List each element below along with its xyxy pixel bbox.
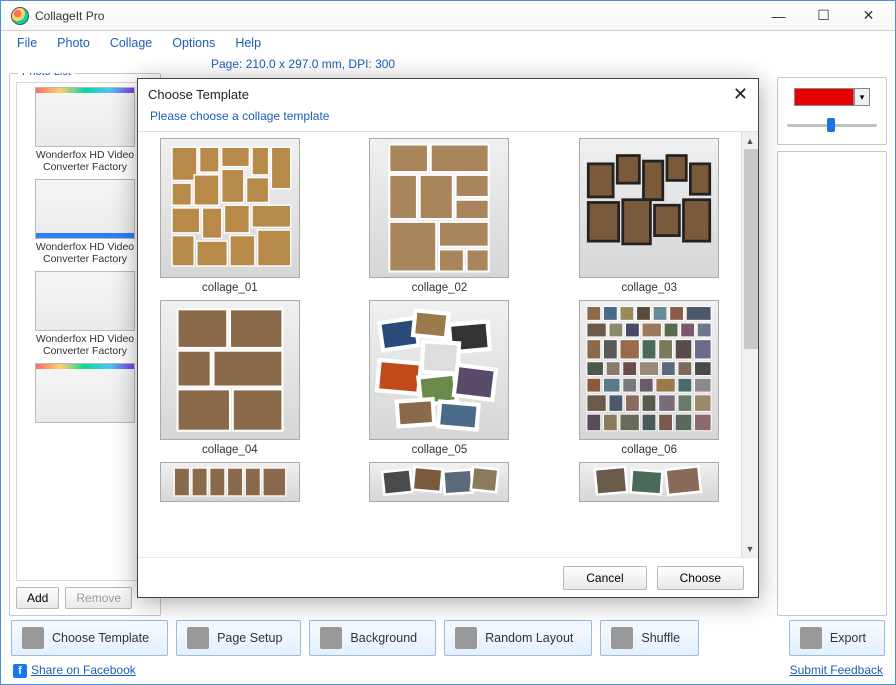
- choose-template-button[interactable]: Choose Template: [11, 620, 168, 656]
- photo-thumb[interactable]: Wonderfox HD Video Converter Factory: [25, 271, 145, 361]
- scroll-thumb[interactable]: [744, 149, 758, 349]
- add-button[interactable]: Add: [16, 587, 59, 609]
- page-info: Page: 210.0 x 297.0 mm, DPI: 300: [1, 55, 895, 73]
- app-icon: [11, 7, 29, 25]
- photo-thumbnails[interactable]: Wonderfox HD Video Converter Factory Won…: [16, 82, 154, 581]
- scrollbar[interactable]: ▲ ▼: [741, 132, 758, 557]
- submit-feedback-link[interactable]: Submit Feedback: [790, 663, 883, 677]
- export-icon: [800, 627, 822, 649]
- color-swatch[interactable]: [794, 88, 854, 106]
- shuffle-button[interactable]: Shuffle: [600, 620, 699, 656]
- bottom-toolbar: Choose Template Page Setup Background Ra…: [1, 616, 895, 660]
- random-layout-button[interactable]: Random Layout: [444, 620, 592, 656]
- menu-options[interactable]: Options: [164, 34, 223, 52]
- random-icon: [455, 627, 477, 649]
- menu-file[interactable]: File: [9, 34, 45, 52]
- menu-photo[interactable]: Photo: [49, 34, 98, 52]
- dialog-title: Choose Template: [148, 87, 249, 102]
- maximize-button[interactable]: ☐: [801, 2, 846, 30]
- photo-list-label: Photo List: [18, 73, 75, 78]
- template-item[interactable]: collage_06: [579, 300, 719, 456]
- remove-button[interactable]: Remove: [65, 587, 132, 609]
- menubar: File Photo Collage Options Help: [1, 31, 895, 55]
- template-item[interactable]: collage_03: [579, 138, 719, 294]
- dialog-subtitle: Please choose a collage template: [138, 109, 758, 131]
- template-item[interactable]: [369, 462, 509, 502]
- template-item[interactable]: collage_02: [369, 138, 509, 294]
- template-item[interactable]: collage_04: [160, 300, 300, 456]
- template-item[interactable]: collage_01: [160, 138, 300, 294]
- template-item[interactable]: [579, 462, 719, 502]
- template-icon: [22, 627, 44, 649]
- photo-thumb[interactable]: Wonderfox HD Video Converter Factory: [25, 179, 145, 269]
- photo-thumb[interactable]: Wonderfox HD Video Converter Factory: [25, 87, 145, 177]
- footer: f Share on Facebook Submit Feedback: [1, 660, 895, 684]
- facebook-icon: f: [13, 664, 27, 678]
- shuffle-icon: [611, 627, 633, 649]
- photo-thumb[interactable]: [25, 363, 145, 429]
- template-item[interactable]: collage_05: [369, 300, 509, 456]
- minimize-button[interactable]: —: [756, 2, 801, 30]
- background-button[interactable]: Background: [309, 620, 436, 656]
- page-setup-button[interactable]: Page Setup: [176, 620, 301, 656]
- share-facebook-link[interactable]: Share on Facebook: [31, 663, 136, 677]
- menu-help[interactable]: Help: [227, 34, 269, 52]
- color-dropdown-icon[interactable]: ▾: [854, 88, 870, 106]
- export-button[interactable]: Export: [789, 620, 885, 656]
- dialog-titlebar[interactable]: Choose Template ✕: [138, 79, 758, 109]
- dialog-close-icon[interactable]: ✕: [733, 84, 748, 105]
- close-button[interactable]: ✕: [846, 2, 891, 30]
- menu-collage[interactable]: Collage: [102, 34, 160, 52]
- titlebar[interactable]: CollageIt Pro — ☐ ✕: [1, 1, 895, 31]
- app-title: CollageIt Pro: [35, 9, 104, 23]
- scroll-down-icon[interactable]: ▼: [742, 540, 758, 557]
- right-panel: ▾: [777, 73, 887, 616]
- cancel-button[interactable]: Cancel: [563, 566, 646, 590]
- background-icon: [320, 627, 342, 649]
- scroll-up-icon[interactable]: ▲: [742, 132, 758, 149]
- page-icon: [187, 627, 209, 649]
- template-grid[interactable]: collage_01 collage_02 collage_03 collage…: [138, 132, 741, 557]
- choose-button[interactable]: Choose: [657, 566, 744, 590]
- slider[interactable]: [787, 116, 877, 134]
- choose-template-dialog: Choose Template ✕ Please choose a collag…: [137, 78, 759, 598]
- template-item[interactable]: [160, 462, 300, 502]
